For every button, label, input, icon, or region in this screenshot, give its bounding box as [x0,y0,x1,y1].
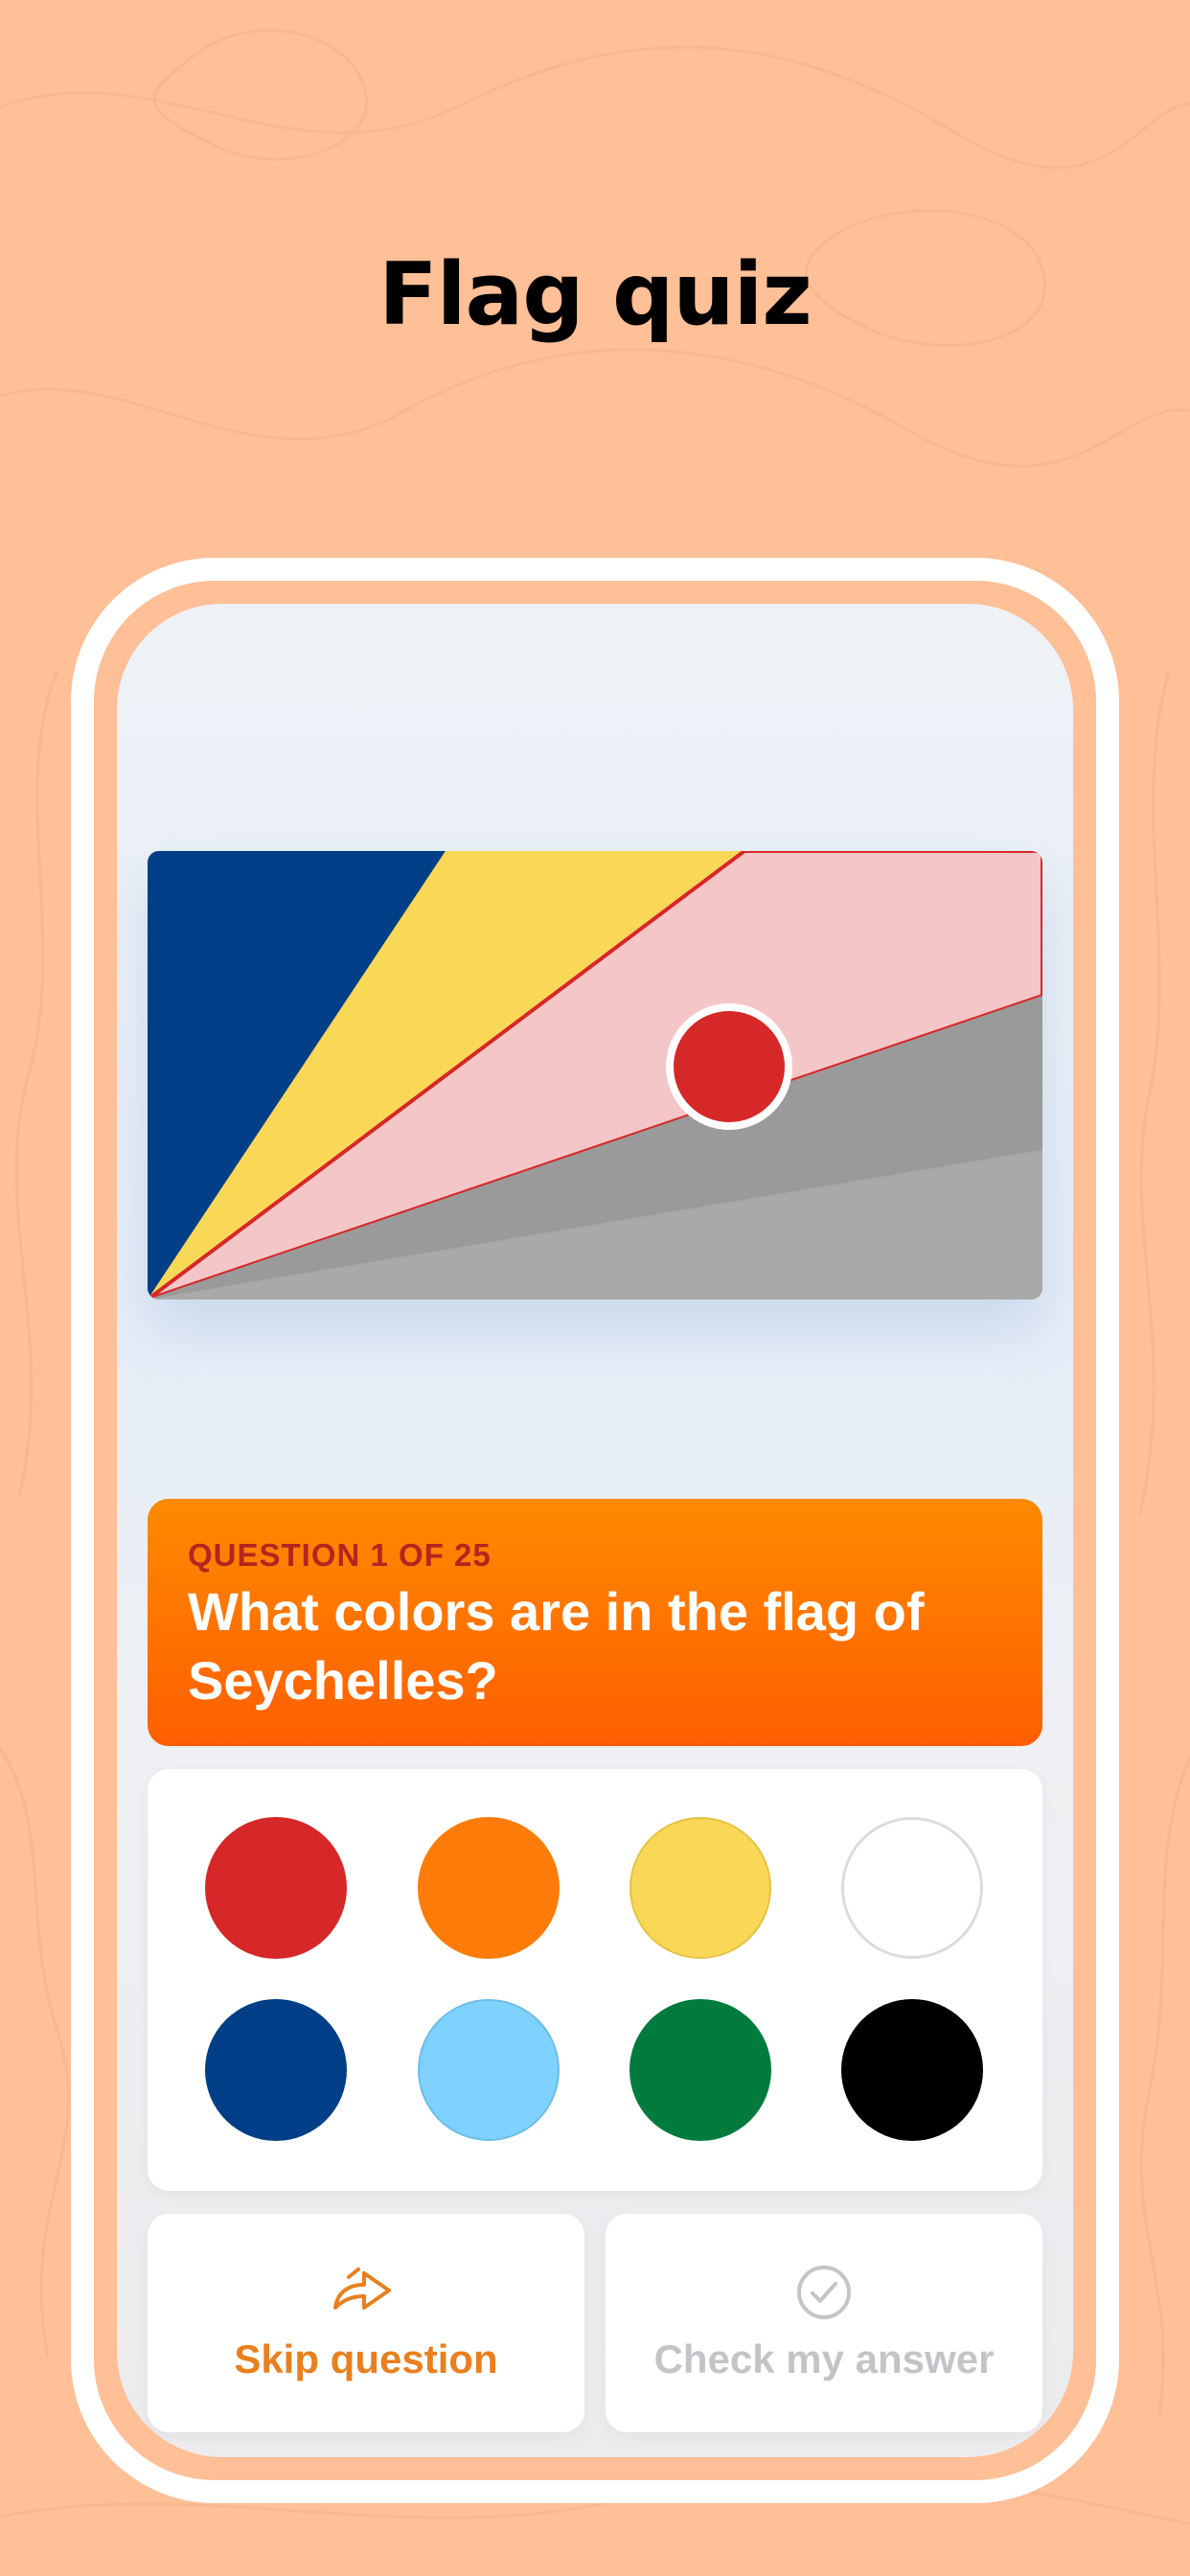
swatch-white[interactable] [841,1817,983,1959]
swatch-red[interactable] [205,1817,347,1959]
selection-marker-red [674,1011,785,1122]
share-arrow-icon [148,2264,584,2315]
swatch-blue[interactable] [205,1999,347,2141]
check-answer-label: Check my answer [653,2336,995,2381]
swatch-orange[interactable] [418,1817,560,1959]
page-title: Flag quiz [378,244,812,345]
checkmark-circle-icon [606,2264,1042,2321]
question-card: QUESTION 1 OF 25 What colors are in the … [148,1499,1042,1746]
flag-canvas[interactable] [148,851,1042,1300]
skip-question-label: Skip question [234,2336,498,2381]
phone-screen: QUESTION 1 OF 25 What colors are in the … [117,604,1073,2457]
color-palette [148,1769,1042,2191]
skip-question-button[interactable]: Skip question [148,2214,584,2432]
swatch-green[interactable] [629,1999,771,2141]
swatch-light-blue[interactable] [418,1999,560,2141]
question-text: What colors are in the flag of Seychelle… [188,1581,925,1711]
check-answer-button[interactable]: Check my answer [606,2214,1042,2432]
swatch-black[interactable] [841,1999,983,2141]
question-counter: QUESTION 1 OF 25 [188,1537,492,1573]
swatch-yellow[interactable] [629,1817,771,1959]
seychelles-flag-image [148,851,1042,1300]
